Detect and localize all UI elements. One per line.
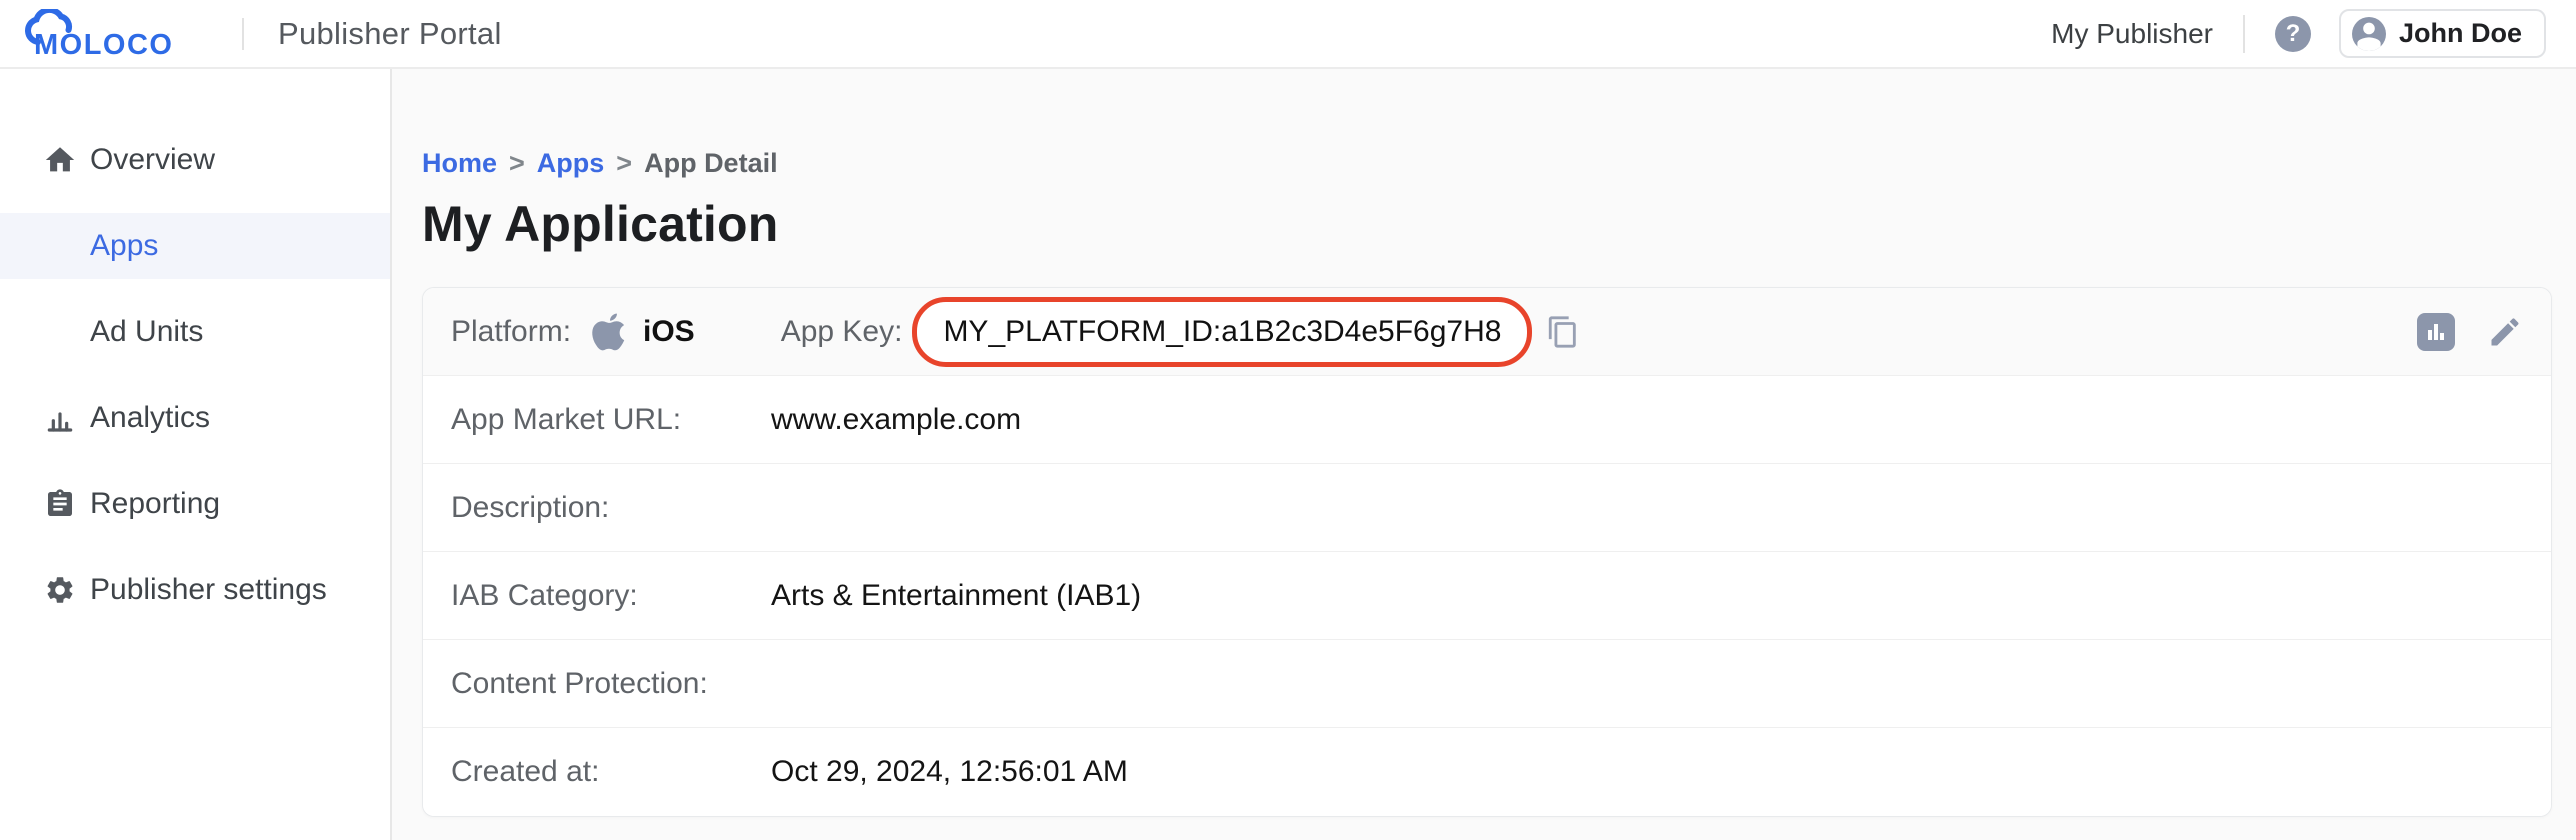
breadcrumb-separator: >: [616, 147, 632, 179]
clipboard-icon: [42, 486, 78, 522]
home-icon: [42, 142, 78, 178]
sidebar-item-label: Ad Units: [90, 315, 203, 349]
sidebar: Overview Apps Ad Units Analytics Reporti…: [0, 69, 392, 840]
breadcrumb-separator: >: [509, 147, 525, 179]
copy-icon[interactable]: [1544, 313, 1582, 351]
app-key-highlight-ring: MY_PLATFORM_ID:a1B2c3D4e5F6g7H8: [912, 297, 1532, 367]
top-header: MOLOCO Publisher Portal My Publisher ? J…: [0, 0, 2576, 69]
breadcrumb-current: App Detail: [644, 147, 778, 179]
user-name-label: John Doe: [2399, 18, 2522, 49]
svg-text:MOLOCO: MOLOCO: [34, 29, 174, 59]
app-market-url-row: App Market URL: www.example.com: [423, 376, 2551, 464]
app-analytics-button[interactable]: [2417, 313, 2455, 351]
row-value: www.example.com: [771, 403, 1021, 437]
moloco-cloud-icon: MOLOCO: [24, 9, 220, 59]
portal-title: Publisher Portal: [278, 16, 502, 52]
apple-icon: [591, 310, 631, 354]
gear-icon: [42, 572, 78, 608]
sidebar-item-publisher-settings[interactable]: Publisher settings: [0, 557, 390, 623]
created-at-row: Created at: Oct 29, 2024, 12:56:01 AM: [423, 728, 2551, 816]
sidebar-item-reporting[interactable]: Reporting: [0, 471, 390, 537]
iab-category-row: IAB Category: Arts & Entertainment (IAB1…: [423, 552, 2551, 640]
user-menu-button[interactable]: John Doe: [2339, 9, 2546, 58]
sidebar-item-overview[interactable]: Overview: [0, 127, 390, 193]
edit-pencil-icon[interactable]: [2487, 314, 2523, 350]
row-value: Arts & Entertainment (IAB1): [771, 579, 1141, 613]
breadcrumb: Home > Apps > App Detail: [422, 147, 2576, 179]
help-icon[interactable]: ?: [2275, 16, 2311, 52]
sidebar-item-label: Analytics: [90, 401, 210, 435]
sidebar-item-label: Overview: [90, 143, 215, 177]
sidebar-item-label: Apps: [90, 229, 158, 263]
header-divider: [242, 18, 244, 50]
user-avatar-icon: [2352, 17, 2386, 51]
blank-icon-spacer: [42, 314, 78, 350]
app-key-label: App Key:: [781, 315, 903, 349]
content-protection-row: Content Protection:: [423, 640, 2551, 728]
page-title: My Application: [422, 195, 2576, 253]
row-value: Oct 29, 2024, 12:56:01 AM: [771, 755, 1128, 789]
row-label: Content Protection:: [451, 667, 771, 701]
description-row: Description:: [423, 464, 2551, 552]
row-label: IAB Category:: [451, 579, 771, 613]
bar-chart-icon: [2424, 320, 2448, 344]
platform-value: iOS: [643, 315, 695, 349]
breadcrumb-apps-link[interactable]: Apps: [537, 147, 605, 179]
row-label: Description:: [451, 491, 771, 525]
publisher-name-label: My Publisher: [2051, 18, 2213, 50]
app-key-value: MY_PLATFORM_ID:a1B2c3D4e5F6g7H8: [943, 315, 1501, 348]
sidebar-item-label: Reporting: [90, 487, 220, 521]
sidebar-item-ad-units[interactable]: Ad Units: [0, 299, 390, 365]
header-divider: [2243, 15, 2245, 53]
platform-label: Platform:: [451, 315, 591, 349]
breadcrumb-home-link[interactable]: Home: [422, 147, 497, 179]
sidebar-item-analytics[interactable]: Analytics: [0, 385, 390, 451]
row-label: App Market URL:: [451, 403, 771, 437]
sidebar-item-apps[interactable]: Apps: [0, 213, 390, 279]
bar-chart-icon: [42, 400, 78, 436]
blank-icon-spacer: [42, 228, 78, 264]
row-label: Created at:: [451, 755, 771, 789]
platform-app-key-row: Platform: iOS App Key: MY_PLATFORM_ID:a1…: [423, 288, 2551, 376]
app-detail-card: Platform: iOS App Key: MY_PLATFORM_ID:a1…: [422, 287, 2552, 817]
main-content: Home > Apps > App Detail My Application …: [392, 69, 2576, 840]
sidebar-item-label: Publisher settings: [90, 573, 327, 607]
moloco-logo[interactable]: MOLOCO: [24, 9, 220, 59]
